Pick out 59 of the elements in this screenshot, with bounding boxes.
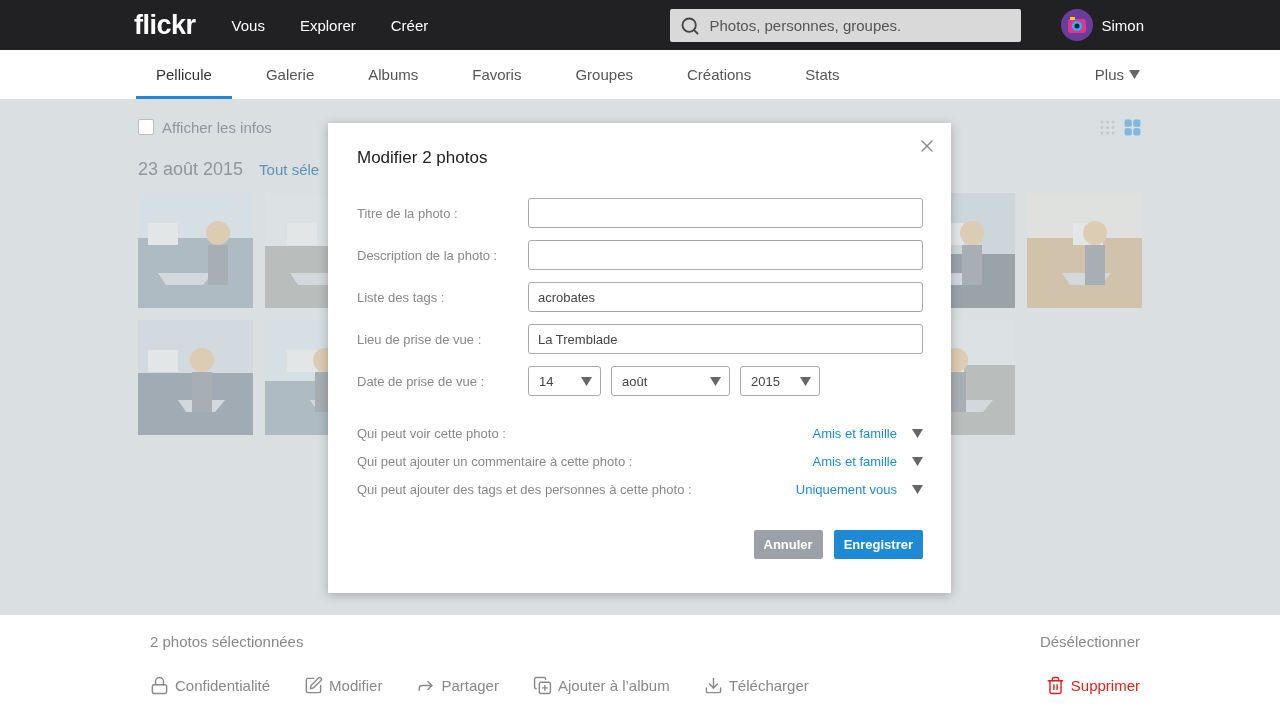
caret-icon: [912, 484, 923, 494]
action-link[interactable]: Confidentialité: [150, 676, 271, 695]
user-name[interactable]: Simon: [1101, 16, 1144, 34]
action-link[interactable]: Télécharger: [703, 676, 809, 695]
privacy-dropdown[interactable]: Amis et famille: [812, 453, 923, 469]
action-link[interactable]: Modifier: [304, 676, 383, 695]
privacy-label: Qui peut voir cette photo :: [357, 425, 506, 441]
album-add-icon: [532, 676, 552, 695]
caret-icon: [912, 456, 923, 466]
nav-tab[interactable]: Stats: [785, 50, 860, 99]
caret-icon: [710, 376, 721, 386]
save-button[interactable]: Enregistrer: [833, 530, 923, 559]
checkbox[interactable]: [138, 119, 154, 135]
field-label: Description de la photo :: [357, 247, 499, 263]
dialog-title: Modifier 2 photos: [357, 148, 489, 168]
date-heading: 23 août 2015: [138, 159, 244, 180]
action-link[interactable]: Supprimer: [1045, 676, 1140, 695]
nav-tab[interactable]: Albums: [348, 50, 439, 99]
nav-tab[interactable]: Créations: [667, 50, 772, 99]
logo[interactable]: flickr: [134, 9, 196, 41]
nav-link[interactable]: Explorer: [299, 16, 356, 34]
nav-link[interactable]: Vous: [231, 16, 265, 34]
privacy-dropdown[interactable]: Amis et famille: [812, 425, 923, 441]
date-select[interactable]: août: [611, 366, 730, 396]
input-field[interactable]: acrobates: [528, 282, 923, 312]
action-link[interactable]: Partager: [416, 676, 499, 695]
edit-icon: [304, 676, 324, 695]
avatar-icon[interactable]: [1061, 9, 1094, 41]
search-field[interactable]: Photos, personnes, groupes.: [670, 8, 1022, 42]
search-icon: [680, 15, 701, 36]
privacy-dropdown[interactable]: Uniquement vous: [795, 481, 923, 497]
field-label: Titre de la photo :: [357, 205, 459, 221]
more-menu[interactable]: Plus: [1094, 50, 1140, 99]
trash-icon: [1045, 676, 1065, 695]
nav-link[interactable]: Créer: [390, 16, 429, 34]
input-field[interactable]: [528, 240, 923, 270]
nav-tab[interactable]: Favoris: [452, 50, 542, 99]
selection-count: 2 photos sélectionnées: [150, 633, 304, 650]
lock-icon: [150, 676, 169, 695]
nav-tab[interactable]: Galerie: [245, 50, 335, 99]
nav-tab[interactable]: Groupes: [555, 50, 653, 99]
checkbox-label: Afficher les infos: [162, 118, 272, 136]
field-label: Liste des tags :: [357, 289, 446, 305]
field-label: Date de prise de vue :: [357, 373, 486, 389]
caret-icon: [912, 428, 923, 438]
caret-icon: [581, 376, 592, 386]
privacy-label: Qui peut ajouter un commentaire à cette photo :: [357, 453, 633, 469]
privacy-label: Qui peut ajouter des tags et des personnes à cette photo :: [357, 481, 692, 497]
caret-icon: [1129, 70, 1140, 79]
field-label: Lieu de prise de vue :: [357, 331, 483, 347]
date-select[interactable]: 2015: [740, 366, 820, 396]
caret-icon: [800, 376, 811, 386]
download-icon: [703, 676, 723, 695]
large-grid-icon[interactable]: [1123, 117, 1142, 137]
action-link[interactable]: Ajouter à l’album: [532, 676, 670, 695]
date-select[interactable]: 14: [528, 366, 601, 396]
deselect-link[interactable]: Désélectionner: [1039, 633, 1140, 650]
input-field[interactable]: La Tremblade: [528, 324, 923, 354]
input-field[interactable]: [528, 198, 923, 228]
